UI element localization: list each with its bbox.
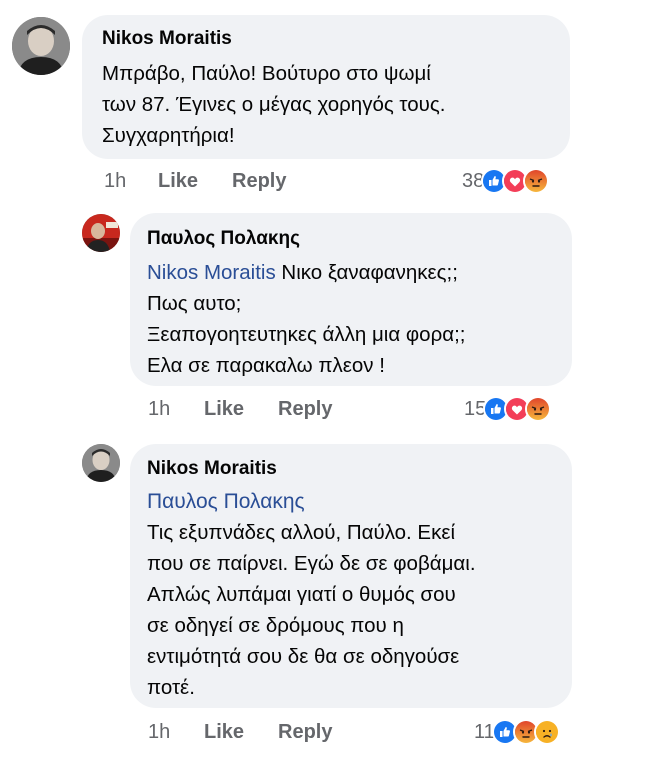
comment-line: Nikos Moraitis Νικο ξαναφανηκες;; <box>147 257 466 288</box>
comment-line: Ξεαπογοητευτηκες άλλη μια φορα;; <box>147 323 466 346</box>
comment-author[interactable]: Παυλος Πολακης <box>147 228 300 250</box>
mention-link[interactable]: Παυλος Πολακης <box>147 486 476 517</box>
reply-button[interactable]: Reply <box>232 170 286 193</box>
mention-link[interactable]: Nikos Moraitis <box>147 261 276 284</box>
comment-author[interactable]: Nikos Moraitis <box>147 458 277 480</box>
comment-line: των 87. Έγινες ο μέγας χορηγός τους. <box>102 93 446 116</box>
reply-button[interactable]: Reply <box>278 721 332 744</box>
comment-text: Παυλος Πολακης Τις εξυπνάδες αλλού, Παύλ… <box>147 486 476 703</box>
comment-bubble: Nikos Moraitis Μπράβο, Παύλο! Βούτυρο στ… <box>82 15 570 159</box>
comment-line: Απλώς λυπάμαι γιατί ο θυμός σου <box>147 583 456 606</box>
comment-timestamp[interactable]: 1h <box>148 398 170 421</box>
comment-line: Ελα σε παρακαλω πλεον ! <box>147 354 385 377</box>
reply-button[interactable]: Reply <box>278 398 332 421</box>
comment-line: που σε παίρνει. Εγώ δε σε φοβάμαι. <box>147 552 476 575</box>
like-button[interactable]: Like <box>204 721 244 744</box>
comment-line: Τις εξυπνάδες αλλού, Παύλο. Εκεί <box>147 521 456 544</box>
like-button[interactable]: Like <box>204 398 244 421</box>
comment-bubble: Nikos Moraitis Παυλος Πολακης Τις εξυπνά… <box>130 444 572 708</box>
reaction-summary[interactable]: 11 <box>474 719 560 745</box>
reaction-summary[interactable]: 15 <box>464 396 552 422</box>
avatar-photo <box>12 17 70 75</box>
like-button[interactable]: Like <box>158 170 198 193</box>
comment-line: Συγχαρητήρια! <box>102 124 235 147</box>
comment-timestamp[interactable]: 1h <box>104 170 126 193</box>
reaction-summary[interactable]: 38 <box>462 168 550 194</box>
comment-actions: 1h Like Reply <box>148 398 398 422</box>
avatar-pavlos-polakis[interactable] <box>82 214 120 252</box>
avatar-photo <box>82 444 120 482</box>
comment-actions: 1h Like Reply <box>148 721 398 745</box>
comment-line-rest: Νικο ξαναφανηκες;; <box>275 261 458 284</box>
comment-line: Μπράβο, Παύλο! Βούτυρο στο ψωμί <box>102 62 431 85</box>
comment-1: Nikos Moraitis Μπράβο, Παύλο! Βούτυρο στ… <box>0 0 657 200</box>
comment-actions: 1h Like Reply <box>104 170 354 194</box>
comment-text: Μπράβο, Παύλο! Βούτυρο στο ψωμί των 87. … <box>102 58 445 151</box>
comment-line: εντιμότητά σου δε θα σε οδηγούσε <box>147 645 460 668</box>
sad-icon <box>533 719 560 745</box>
comment-line: ποτέ. <box>147 676 195 699</box>
comment-2: Παυλος Πολακης Nikos Moraitis Νικο ξαναφ… <box>0 200 657 432</box>
comment-line: σε οδηγεί σε δρόμους που η <box>147 614 404 637</box>
angry-icon <box>523 168 550 194</box>
comment-author[interactable]: Nikos Moraitis <box>102 28 232 50</box>
comment-3: Nikos Moraitis Παυλος Πολακης Τις εξυπνά… <box>0 432 657 770</box>
comment-timestamp[interactable]: 1h <box>148 721 170 744</box>
comment-text: Nikos Moraitis Νικο ξαναφανηκες;; Πως αυ… <box>147 257 466 381</box>
comment-bubble: Παυλος Πολακης Nikos Moraitis Νικο ξαναφ… <box>130 213 572 386</box>
avatar-nikos-moraitis[interactable] <box>12 17 70 75</box>
angry-icon <box>525 396 552 422</box>
avatar-nikos-moraitis[interactable] <box>82 444 120 482</box>
avatar-photo <box>82 214 120 252</box>
comment-line: Πως αυτο; <box>147 292 242 315</box>
